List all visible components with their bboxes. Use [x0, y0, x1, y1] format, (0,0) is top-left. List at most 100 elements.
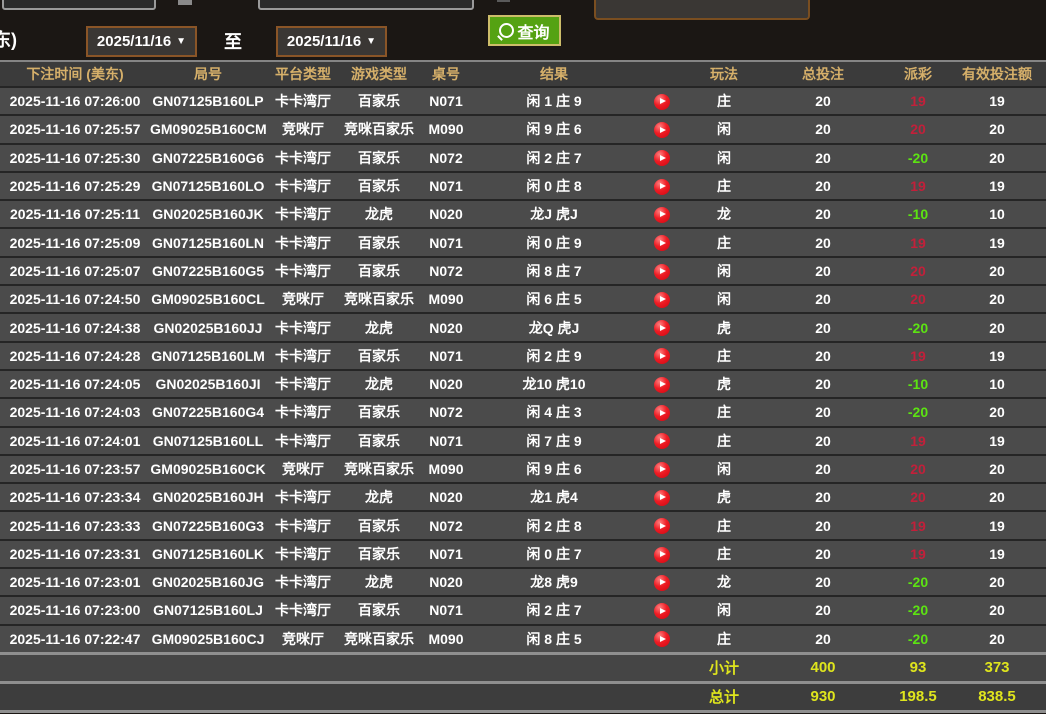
game-type-cell: 龙虎 — [340, 370, 418, 398]
bet-time-cell: 2025-11-16 07:25:57 — [0, 115, 150, 143]
game-type-cell: 竞咪百家乐 — [340, 625, 418, 654]
table-no-cell: M090 — [418, 455, 474, 483]
valid-bet-cell: 10 — [948, 370, 1046, 398]
replay-icon[interactable] — [654, 603, 670, 619]
replay-icon[interactable] — [654, 292, 670, 308]
table-row: 2025-11-16 07:25:07GN07225B160G5卡卡湾厅百家乐N… — [0, 257, 1046, 285]
table-row: 2025-11-16 07:23:00GN07125B160LJ卡卡湾厅百家乐N… — [0, 596, 1046, 624]
caret-down-icon: ▼ — [366, 37, 376, 47]
bet-time-cell: 2025-11-16 07:24:50 — [0, 285, 150, 313]
game-type-cell: 百家乐 — [340, 596, 418, 624]
result-cell: 闲 0 庄 7 — [474, 540, 634, 568]
play-type-cell: 庄 — [690, 87, 758, 115]
valid-bet-cell: 19 — [948, 511, 1046, 539]
clipped-label: 东) — [0, 26, 17, 52]
col-header-replay — [634, 61, 690, 87]
round-id-cell: GN07125B160LN — [150, 228, 266, 256]
payout-cell: 19 — [888, 87, 948, 115]
total-bet-cell: 20 — [758, 313, 888, 341]
table-row: 2025-11-16 07:23:57GM09025B160CK竞咪厅竞咪百家乐… — [0, 455, 1046, 483]
valid-bet-cell: 20 — [948, 144, 1046, 172]
replay-cell — [634, 115, 690, 143]
total-bet-cell: 20 — [758, 540, 888, 568]
query-button[interactable]: 查询 — [488, 15, 561, 46]
bet-time-cell: 2025-11-16 07:25:11 — [0, 200, 150, 228]
table-no-cell: N071 — [418, 596, 474, 624]
play-type-cell: 虎 — [690, 483, 758, 511]
valid-bet-cell: 20 — [948, 313, 1046, 341]
bet-time-cell: 2025-11-16 07:26:00 — [0, 87, 150, 115]
col-header-play-type: 玩法 — [690, 61, 758, 87]
result-cell: 闲 9 庄 6 — [474, 455, 634, 483]
col-header-platform-type: 平台类型 — [266, 61, 340, 87]
replay-icon[interactable] — [654, 547, 670, 563]
valid-bet-cell: 20 — [948, 483, 1046, 511]
payout-cell: 19 — [888, 342, 948, 370]
cutoff-checkbox-2[interactable] — [497, 0, 510, 2]
replay-icon[interactable] — [654, 150, 670, 166]
cutoff-dropdown[interactable] — [594, 0, 810, 20]
round-id-cell: GN07225B160G4 — [150, 398, 266, 426]
game-type-cell: 百家乐 — [340, 511, 418, 539]
query-button-label: 查询 — [517, 19, 549, 43]
replay-icon[interactable] — [654, 264, 670, 280]
replay-icon[interactable] — [654, 122, 670, 138]
total-bet-cell: 20 — [758, 455, 888, 483]
replay-icon[interactable] — [654, 320, 670, 336]
cutoff-text-input-2[interactable] — [258, 0, 474, 10]
bet-time-cell: 2025-11-16 07:24:03 — [0, 398, 150, 426]
round-id-cell: GN07125B160LM — [150, 342, 266, 370]
payout-cell: 20 — [888, 115, 948, 143]
platform-cell: 卡卡湾厅 — [266, 228, 340, 256]
replay-icon[interactable] — [654, 433, 670, 449]
date-to-select[interactable]: 2025/11/16▼ — [276, 26, 387, 57]
round-id-cell: GN07125B160LL — [150, 427, 266, 455]
table-row: 2025-11-16 07:25:11GN02025B160JK卡卡湾厅龙虎N0… — [0, 200, 1046, 228]
replay-icon[interactable] — [654, 235, 670, 251]
result-cell: 龙Q 虎J — [474, 313, 634, 341]
valid-bet-cell: 20 — [948, 596, 1046, 624]
table-row: 2025-11-16 07:25:30GN07225B160G6卡卡湾厅百家乐N… — [0, 144, 1046, 172]
platform-cell: 卡卡湾厅 — [266, 313, 340, 341]
subtotal-payout: 93 — [888, 653, 948, 682]
table-no-cell: N071 — [418, 87, 474, 115]
payout-cell: 19 — [888, 228, 948, 256]
payout-cell: -20 — [888, 313, 948, 341]
date-from-select[interactable]: 2025/11/16▼ — [86, 26, 197, 57]
platform-cell: 卡卡湾厅 — [266, 200, 340, 228]
replay-icon[interactable] — [654, 179, 670, 195]
replay-cell — [634, 313, 690, 341]
result-cell: 龙1 虎4 — [474, 483, 634, 511]
game-type-cell: 龙虎 — [340, 568, 418, 596]
table-row: 2025-11-16 07:24:03GN07225B160G4卡卡湾厅百家乐N… — [0, 398, 1046, 426]
valid-bet-cell: 20 — [948, 115, 1046, 143]
game-type-cell: 百家乐 — [340, 427, 418, 455]
table-no-cell: M090 — [418, 625, 474, 654]
grand-total-row: 总计 930 198.5 838.5 — [0, 682, 1046, 711]
cutoff-text-input[interactable] — [2, 0, 156, 10]
table-no-cell: N071 — [418, 172, 474, 200]
game-type-cell: 龙虎 — [340, 483, 418, 511]
cutoff-checkbox[interactable] — [178, 0, 192, 5]
replay-icon[interactable] — [654, 575, 670, 591]
total-bet-cell: 20 — [758, 200, 888, 228]
table-row: 2025-11-16 07:24:38GN02025B160JJ卡卡湾厅龙虎N0… — [0, 313, 1046, 341]
replay-cell — [634, 200, 690, 228]
replay-icon[interactable] — [654, 94, 670, 110]
replay-icon[interactable] — [654, 405, 670, 421]
round-id-cell: GN02025B160JJ — [150, 313, 266, 341]
replay-icon[interactable] — [654, 377, 670, 393]
replay-icon[interactable] — [654, 490, 670, 506]
replay-icon[interactable] — [654, 462, 670, 478]
round-id-cell: GN07125B160LK — [150, 540, 266, 568]
replay-icon[interactable] — [654, 207, 670, 223]
replay-icon[interactable] — [654, 348, 670, 364]
play-type-cell: 闲 — [690, 115, 758, 143]
bet-time-cell: 2025-11-16 07:25:30 — [0, 144, 150, 172]
replay-icon[interactable] — [654, 518, 670, 534]
platform-cell: 卡卡湾厅 — [266, 483, 340, 511]
payout-cell: -20 — [888, 398, 948, 426]
play-type-cell: 龙 — [690, 200, 758, 228]
replay-icon[interactable] — [654, 631, 670, 647]
platform-cell: 竞咪厅 — [266, 285, 340, 313]
